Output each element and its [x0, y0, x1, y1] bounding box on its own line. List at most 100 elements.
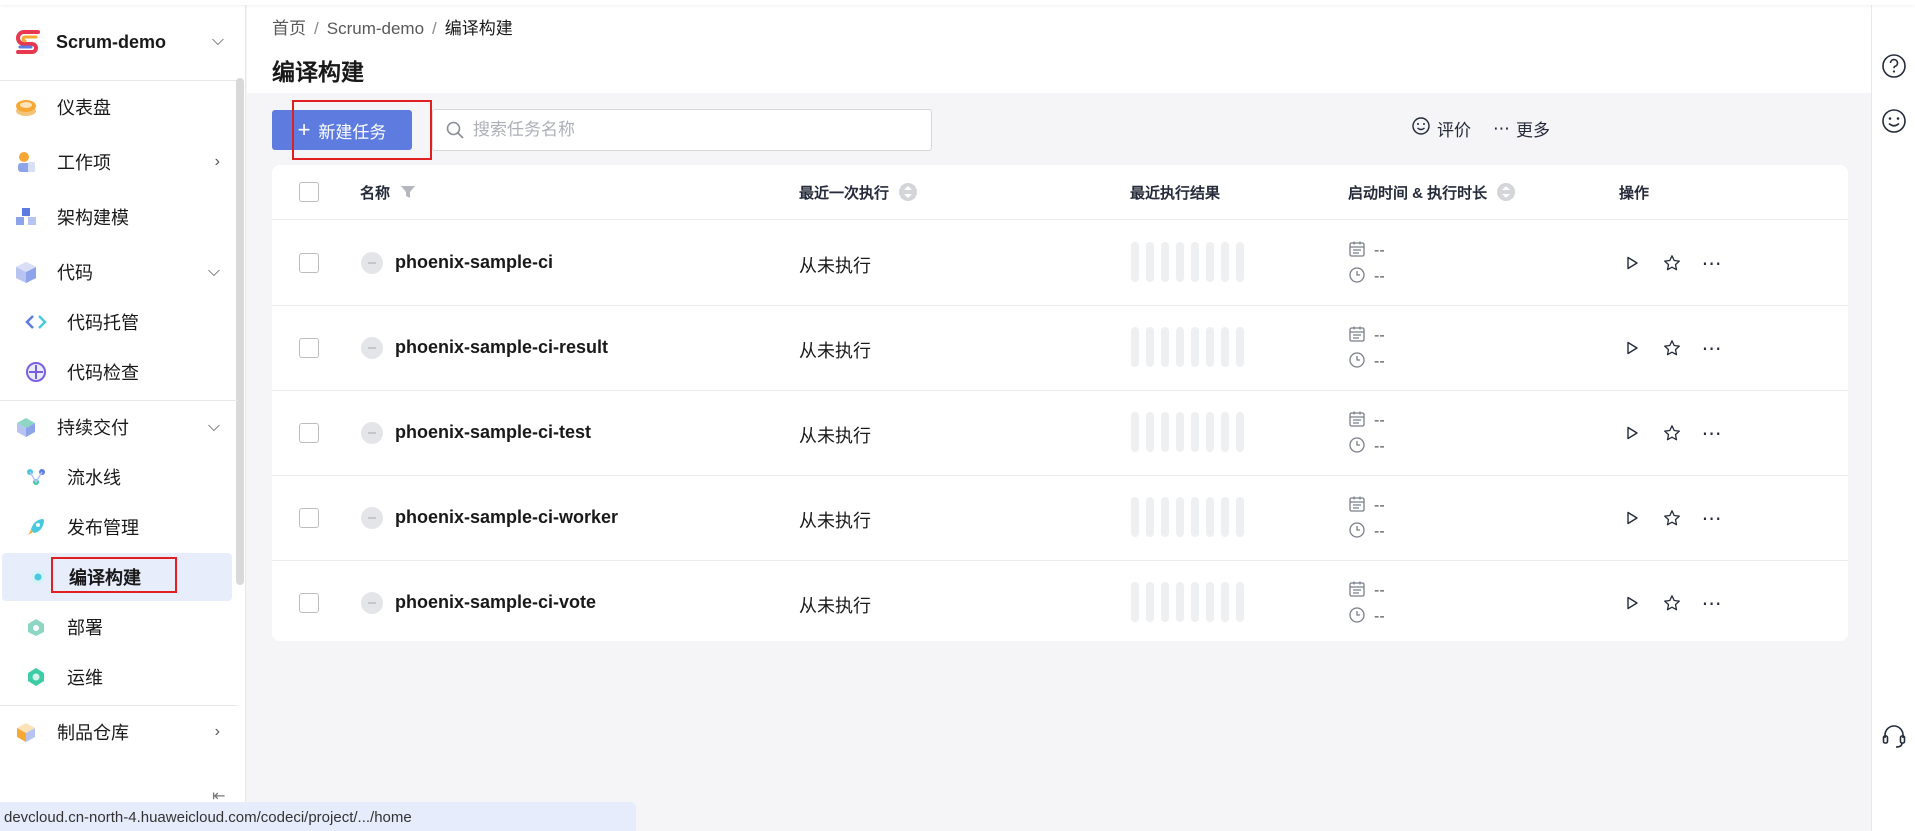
sidebar-item-code-hosting[interactable]: 代码托管: [0, 298, 234, 346]
result-bar: [1176, 582, 1184, 622]
row-checkbox[interactable]: [299, 593, 319, 613]
sidebar-item-label: 编译构建: [69, 568, 141, 588]
task-name-link[interactable]: phoenix-sample-ci: [395, 252, 553, 273]
star-icon[interactable]: [1659, 505, 1685, 531]
sidebar-item-label: 部署: [67, 618, 103, 638]
sidebar-item-pipeline[interactable]: 流水线: [0, 453, 234, 501]
chevron-down-icon[interactable]: ⌵: [212, 32, 224, 50]
result-bar: [1236, 497, 1244, 537]
run-play-icon[interactable]: [1619, 250, 1645, 276]
table-row[interactable]: phoenix-sample-ci-result 从未执行 -- -- ⋯: [272, 305, 1848, 390]
table-row[interactable]: phoenix-sample-ci 从未执行 -- -- ⋯: [272, 220, 1848, 305]
more-dots-icon[interactable]: ⋯: [1699, 590, 1725, 616]
row-actions: ⋯: [1619, 590, 1739, 616]
task-name-link[interactable]: phoenix-sample-ci-test: [395, 422, 591, 443]
table-row[interactable]: phoenix-sample-ci-worker 从未执行 -- -- ⋯: [272, 475, 1848, 560]
breadcrumb-project[interactable]: Scrum-demo: [327, 19, 424, 38]
sidebar-item-release[interactable]: 发布管理: [0, 503, 234, 551]
more-dots-icon[interactable]: ⋯: [1699, 505, 1725, 531]
new-task-button[interactable]: + 新建任务: [272, 110, 412, 150]
sort-icon[interactable]: [1497, 183, 1516, 201]
more-dots-icon[interactable]: ⋯: [1699, 420, 1725, 446]
result-bar: [1206, 497, 1214, 537]
result-bar: [1176, 412, 1184, 452]
column-header-actions: 操作: [1619, 165, 1649, 219]
start-time: --: [1374, 327, 1385, 344]
breadcrumb-home[interactable]: 首页: [272, 19, 306, 38]
sidebar-item-artifact[interactable]: 制品仓库 ›: [0, 708, 234, 756]
column-header-label: 最近执行结果: [1130, 184, 1221, 202]
more-button[interactable]: ⋯ 更多: [1493, 116, 1550, 141]
table-row[interactable]: phoenix-sample-ci-test 从未执行 -- -- ⋯: [272, 390, 1848, 475]
delivery-icon: [14, 415, 38, 439]
toolbar-right: 评价 ⋯ 更多: [1397, 116, 1550, 141]
project-name: Scrum-demo: [56, 31, 167, 52]
result-bar: [1176, 242, 1184, 282]
row-checkbox[interactable]: [299, 423, 319, 443]
start-time: --: [1374, 242, 1385, 259]
ops-icon: [25, 666, 47, 688]
table-row[interactable]: phoenix-sample-ci-vote 从未执行 -- -- ⋯: [272, 560, 1848, 645]
column-header-label: 启动时间 & 执行时长: [1348, 184, 1488, 202]
status-icon: [361, 422, 383, 444]
architecture-icon: [14, 205, 38, 229]
sidebar-item-architecture[interactable]: 架构建模: [0, 193, 234, 241]
column-header-start-duration[interactable]: 启动时间 & 执行时长: [1348, 165, 1516, 219]
row-checkbox[interactable]: [299, 253, 319, 273]
result-bar: [1191, 582, 1199, 622]
sidebar-item-code[interactable]: 代码 ⌵: [0, 248, 234, 296]
run-play-icon[interactable]: [1619, 335, 1645, 361]
help-icon[interactable]: [1880, 52, 1908, 80]
result-bar: [1176, 497, 1184, 537]
release-icon: [25, 516, 47, 538]
sidebar-item-dashboard[interactable]: 仪表盘: [0, 83, 234, 131]
row-checkbox[interactable]: [299, 508, 319, 528]
search-input[interactable]: [473, 120, 913, 140]
star-icon[interactable]: [1659, 250, 1685, 276]
sidebar-item-deploy[interactable]: 部署: [0, 603, 234, 651]
result-bar: [1161, 327, 1169, 367]
feedback-smile-icon[interactable]: [1880, 107, 1908, 135]
result-bar: [1206, 327, 1214, 367]
calendar-icon: [1348, 240, 1374, 263]
row-actions: ⋯: [1619, 335, 1739, 361]
more-dots-icon[interactable]: ⋯: [1699, 250, 1725, 276]
star-icon[interactable]: [1659, 590, 1685, 616]
sidebar-item-delivery[interactable]: 持续交付 ⌵: [0, 403, 234, 451]
sidebar-item-label: 代码检查: [67, 363, 139, 383]
filter-icon[interactable]: [400, 184, 416, 200]
row-checkbox[interactable]: [299, 338, 319, 358]
run-play-icon[interactable]: [1619, 590, 1645, 616]
headset-support-icon[interactable]: [1880, 722, 1908, 750]
search-box[interactable]: [432, 109, 932, 151]
sort-icon[interactable]: [899, 183, 918, 201]
clock-icon: [1348, 521, 1374, 544]
sidebar-item-ops[interactable]: 运维: [0, 653, 234, 701]
result-bar: [1221, 412, 1229, 452]
sidebar: Scrum-demo ⌵ 仪表盘 工作项 › 架构建模 代码 ⌵ 代码托管 代码…: [0, 0, 246, 831]
star-icon[interactable]: [1659, 335, 1685, 361]
rate-button[interactable]: 评价: [1411, 116, 1471, 141]
last-run-text: 从未执行: [799, 341, 871, 361]
task-name-link[interactable]: phoenix-sample-ci-result: [395, 337, 608, 358]
more-dots-icon: ⋯: [1493, 118, 1510, 138]
run-play-icon[interactable]: [1619, 420, 1645, 446]
sidebar-item-code-check[interactable]: 代码检查: [0, 348, 234, 396]
result-bar: [1191, 412, 1199, 452]
sidebar-item-build[interactable]: 编译构建: [2, 553, 232, 601]
sidebar-scrollbar[interactable]: [236, 78, 244, 585]
task-name-link[interactable]: phoenix-sample-ci-worker: [395, 507, 618, 528]
column-header-last-run[interactable]: 最近一次执行: [799, 165, 918, 219]
result-bar: [1146, 327, 1154, 367]
result-bar: [1236, 582, 1244, 622]
more-dots-icon[interactable]: ⋯: [1699, 335, 1725, 361]
clock-icon: [1348, 436, 1374, 459]
sidebar-item-workitem[interactable]: 工作项 ›: [0, 138, 234, 186]
project-switcher[interactable]: Scrum-demo ⌵: [0, 14, 246, 70]
task-name-link[interactable]: phoenix-sample-ci-vote: [395, 592, 596, 613]
smile-icon: [1411, 116, 1431, 141]
select-all-checkbox[interactable]: [299, 182, 319, 202]
star-icon[interactable]: [1659, 420, 1685, 446]
run-play-icon[interactable]: [1619, 505, 1645, 531]
result-bar: [1131, 412, 1139, 452]
